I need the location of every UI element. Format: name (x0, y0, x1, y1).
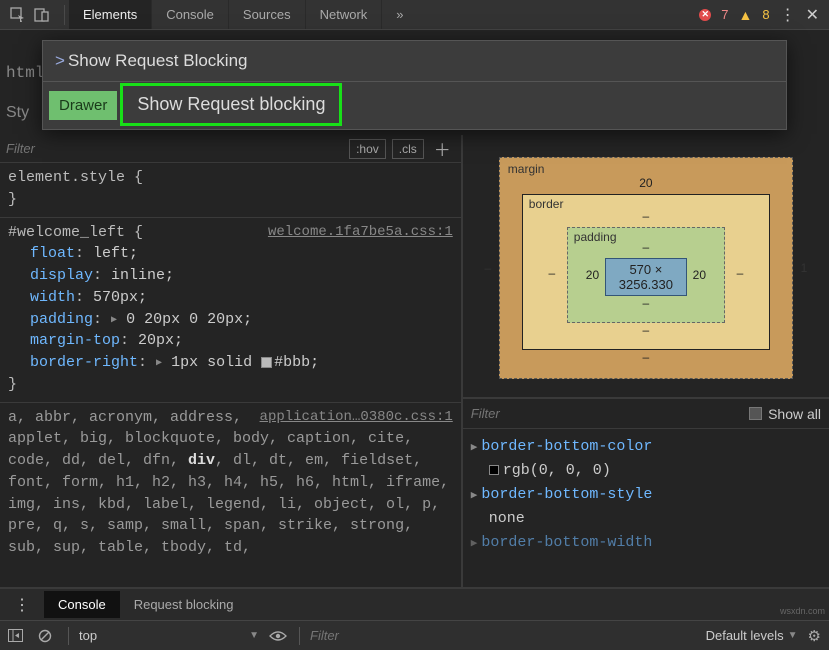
css-rule-block[interactable]: #welcome_left { welcome.1fa7be5a.css:1 f… (0, 218, 461, 403)
show-all-label[interactable]: Show all (768, 406, 821, 422)
ua-source-link[interactable]: application…0380c.css:1 (260, 407, 453, 427)
console-sidebar-toggle-icon[interactable] (8, 629, 28, 642)
computed-property[interactable]: ▶border-bottom-width (471, 531, 821, 555)
tabs-overflow[interactable]: » (382, 0, 417, 29)
color-swatch-icon[interactable] (261, 357, 272, 368)
settings-kebab-icon[interactable]: ⋮ (780, 5, 796, 25)
live-expression-icon[interactable] (269, 630, 289, 642)
warning-count[interactable]: 8 (762, 7, 769, 22)
expand-icon[interactable]: ▶ (471, 538, 478, 550)
ua-stylesheet-block[interactable]: application…0380c.css:1 a, abbr, acronym… (0, 403, 461, 563)
drawer-tab-request-blocking[interactable]: Request blocking (120, 591, 248, 618)
element-style-block[interactable]: element.style { } (0, 163, 461, 218)
cls-toggle[interactable]: .cls (392, 139, 424, 159)
drawer: ⋮ Console Request blocking (0, 587, 829, 620)
rule-source-link[interactable]: welcome.1fa7be5a.css:1 (268, 222, 453, 242)
attribution: wsxdn.com (780, 606, 825, 616)
show-all-checkbox[interactable] (749, 407, 762, 420)
device-toggle-icon[interactable] (34, 7, 50, 23)
chevron-down-icon: ▼ (249, 630, 259, 641)
computed-property[interactable]: ▶border-bottom-style none (471, 483, 821, 531)
chevron-down-icon: ▼ (788, 630, 798, 641)
console-toolbar: top ▼ Default levels ▼ ⚙ (0, 620, 829, 650)
computed-pane: – margin 20 border – – padding – (463, 135, 829, 587)
clear-console-icon[interactable] (38, 629, 58, 643)
panel-tabs: Elements Console Sources Network » (69, 0, 418, 29)
breadcrumb[interactable]: html (6, 64, 44, 82)
expand-icon[interactable]: ▶ (156, 357, 162, 372)
console-levels-selector[interactable]: Default levels ▼ (706, 628, 798, 643)
computed-properties-list: ▶border-bottom-color rgb(0, 0, 0) ▶borde… (463, 429, 829, 561)
box-model-content: 570 × 3256.330 (605, 258, 687, 296)
styles-filter-input[interactable] (6, 141, 343, 156)
tab-sources[interactable]: Sources (229, 0, 306, 29)
box-model[interactable]: – margin 20 border – – padding – (463, 135, 829, 399)
error-count-icon[interactable]: ✕ (699, 9, 711, 21)
error-count[interactable]: 7 (721, 7, 728, 22)
tab-network[interactable]: Network (306, 0, 383, 29)
new-style-rule-icon[interactable]: ＋ (430, 136, 455, 161)
computed-filter-input[interactable] (471, 406, 749, 421)
expand-icon[interactable]: ▶ (471, 490, 478, 502)
command-item-request-blocking[interactable]: Show Request blocking (123, 86, 339, 123)
color-swatch-icon[interactable] (489, 465, 499, 475)
tab-elements[interactable]: Elements (69, 0, 152, 29)
command-input[interactable] (68, 51, 774, 71)
console-context-selector[interactable]: top ▼ (79, 628, 259, 643)
warning-icon[interactable]: ▲ (739, 7, 753, 23)
tab-console[interactable]: Console (152, 0, 229, 29)
styles-tab-truncated[interactable]: Sty (6, 104, 29, 122)
console-settings-icon[interactable]: ⚙ (808, 627, 821, 645)
styles-filter-row: :hov .cls ＋ (0, 135, 461, 163)
expand-icon[interactable]: ▶ (471, 442, 478, 454)
computed-property[interactable]: ▶border-bottom-color rgb(0, 0, 0) (471, 435, 821, 483)
close-devtools-icon[interactable]: ✕ (806, 5, 819, 25)
drawer-tab-console[interactable]: Console (44, 591, 120, 618)
command-category-badge: Drawer (49, 91, 117, 120)
drawer-menu-icon[interactable]: ⋮ (0, 595, 44, 615)
hov-toggle[interactable]: :hov (349, 139, 386, 159)
expand-icon[interactable]: ▶ (111, 314, 117, 329)
command-menu: > Drawer Show Request blocking (42, 40, 787, 130)
command-prompt-icon: > (55, 51, 65, 71)
inspect-icon[interactable] (10, 7, 26, 23)
console-filter-input[interactable] (310, 628, 696, 643)
devtools-topbar: Elements Console Sources Network » ✕ 7 ▲… (0, 0, 829, 30)
styles-pane: :hov .cls ＋ element.style { } #welcome_l… (0, 135, 463, 587)
